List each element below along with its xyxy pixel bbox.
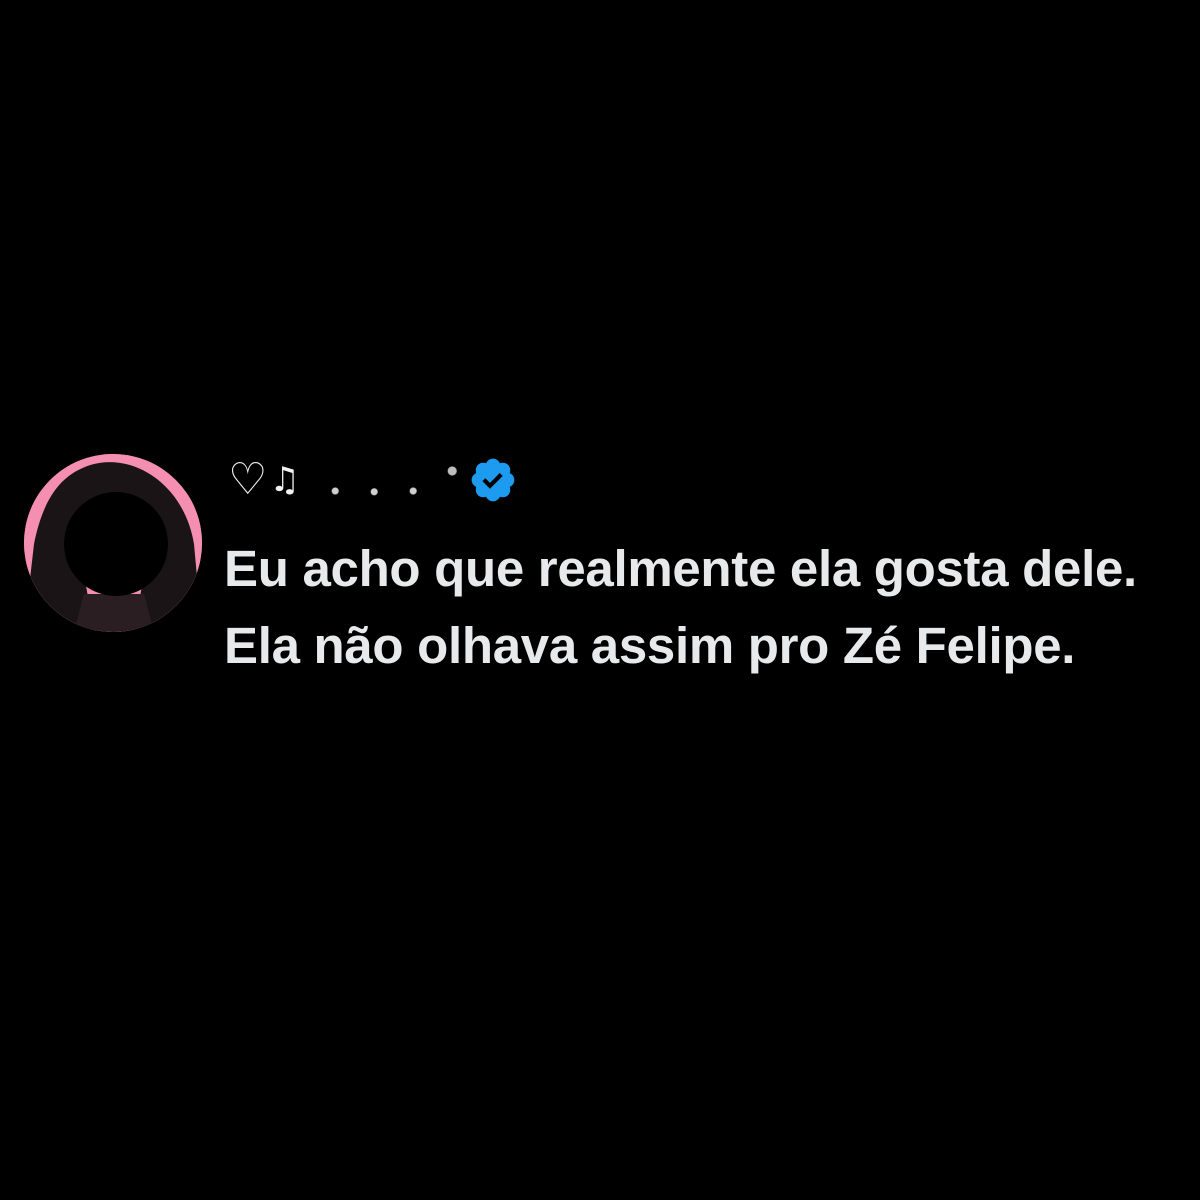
post-card[interactable]: ♡ ♫ Eu acho que realmente ela gosta dele… bbox=[24, 452, 1174, 752]
post-text: Eu acho que realmente ela gosta dele. El… bbox=[224, 540, 1137, 674]
display-name[interactable]: ♡ ♫ bbox=[228, 452, 460, 508]
redacted-name bbox=[303, 463, 460, 503]
author-name-row[interactable]: ♡ ♫ bbox=[228, 452, 518, 508]
avatar-image bbox=[24, 454, 202, 632]
music-note-icon: ♫ bbox=[269, 460, 300, 500]
avatar[interactable] bbox=[24, 454, 202, 632]
verified-badge-icon bbox=[471, 458, 515, 502]
face-redaction bbox=[64, 492, 168, 596]
heart-icon: ♡ bbox=[228, 454, 268, 505]
